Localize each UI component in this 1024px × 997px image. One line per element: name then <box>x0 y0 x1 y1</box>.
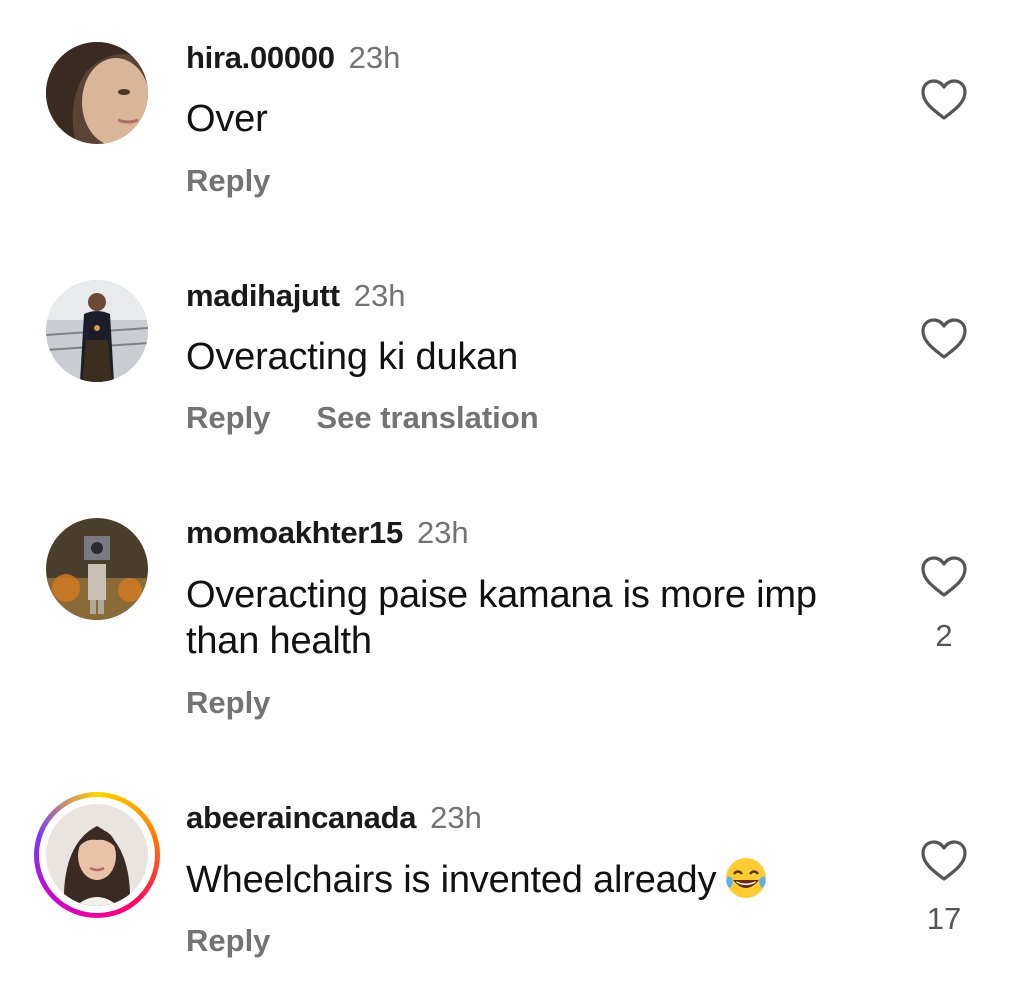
reply-button[interactable]: Reply <box>186 685 270 720</box>
like-count: 17 <box>926 901 962 936</box>
like-heart-icon[interactable] <box>920 317 968 361</box>
avatar[interactable] <box>46 42 148 144</box>
comment-text: Overacting ki dukan <box>186 336 519 378</box>
comment-username[interactable]: abeeraincanada <box>186 800 416 835</box>
comment-text: Over <box>186 98 268 140</box>
comment-timestamp: 23h <box>416 515 469 550</box>
story-ring-avatar[interactable] <box>34 792 160 918</box>
like-heart-icon[interactable] <box>920 839 968 883</box>
comment-username[interactable]: momoakhter15 <box>186 515 403 550</box>
comment-timestamp: 23h <box>348 40 401 75</box>
reply-button[interactable]: Reply <box>186 400 270 435</box>
comment-username[interactable]: madihajutt <box>186 278 340 313</box>
reply-button[interactable]: Reply <box>186 923 270 958</box>
avatar[interactable] <box>46 518 148 620</box>
comment-timestamp: 23h <box>353 278 406 313</box>
see-translation-button[interactable]: See translation <box>316 400 538 435</box>
comment-text: Wheelchairs is invented already <box>186 856 886 903</box>
tears-of-joy-emoji-icon <box>726 858 767 898</box>
reply-button[interactable]: Reply <box>186 163 270 198</box>
like-heart-icon[interactable] <box>920 555 968 599</box>
like-count: 2 <box>935 618 953 653</box>
comment-text-content: Wheelchairs is invented already <box>186 859 717 901</box>
avatar <box>46 804 148 906</box>
comment-text: Overacting paise kamana is more imp than… <box>186 574 817 662</box>
avatar[interactable] <box>46 280 148 382</box>
comment-username[interactable]: hira.00000 <box>186 40 335 75</box>
comment-timestamp: 23h <box>430 800 482 835</box>
like-heart-icon[interactable] <box>920 78 968 122</box>
